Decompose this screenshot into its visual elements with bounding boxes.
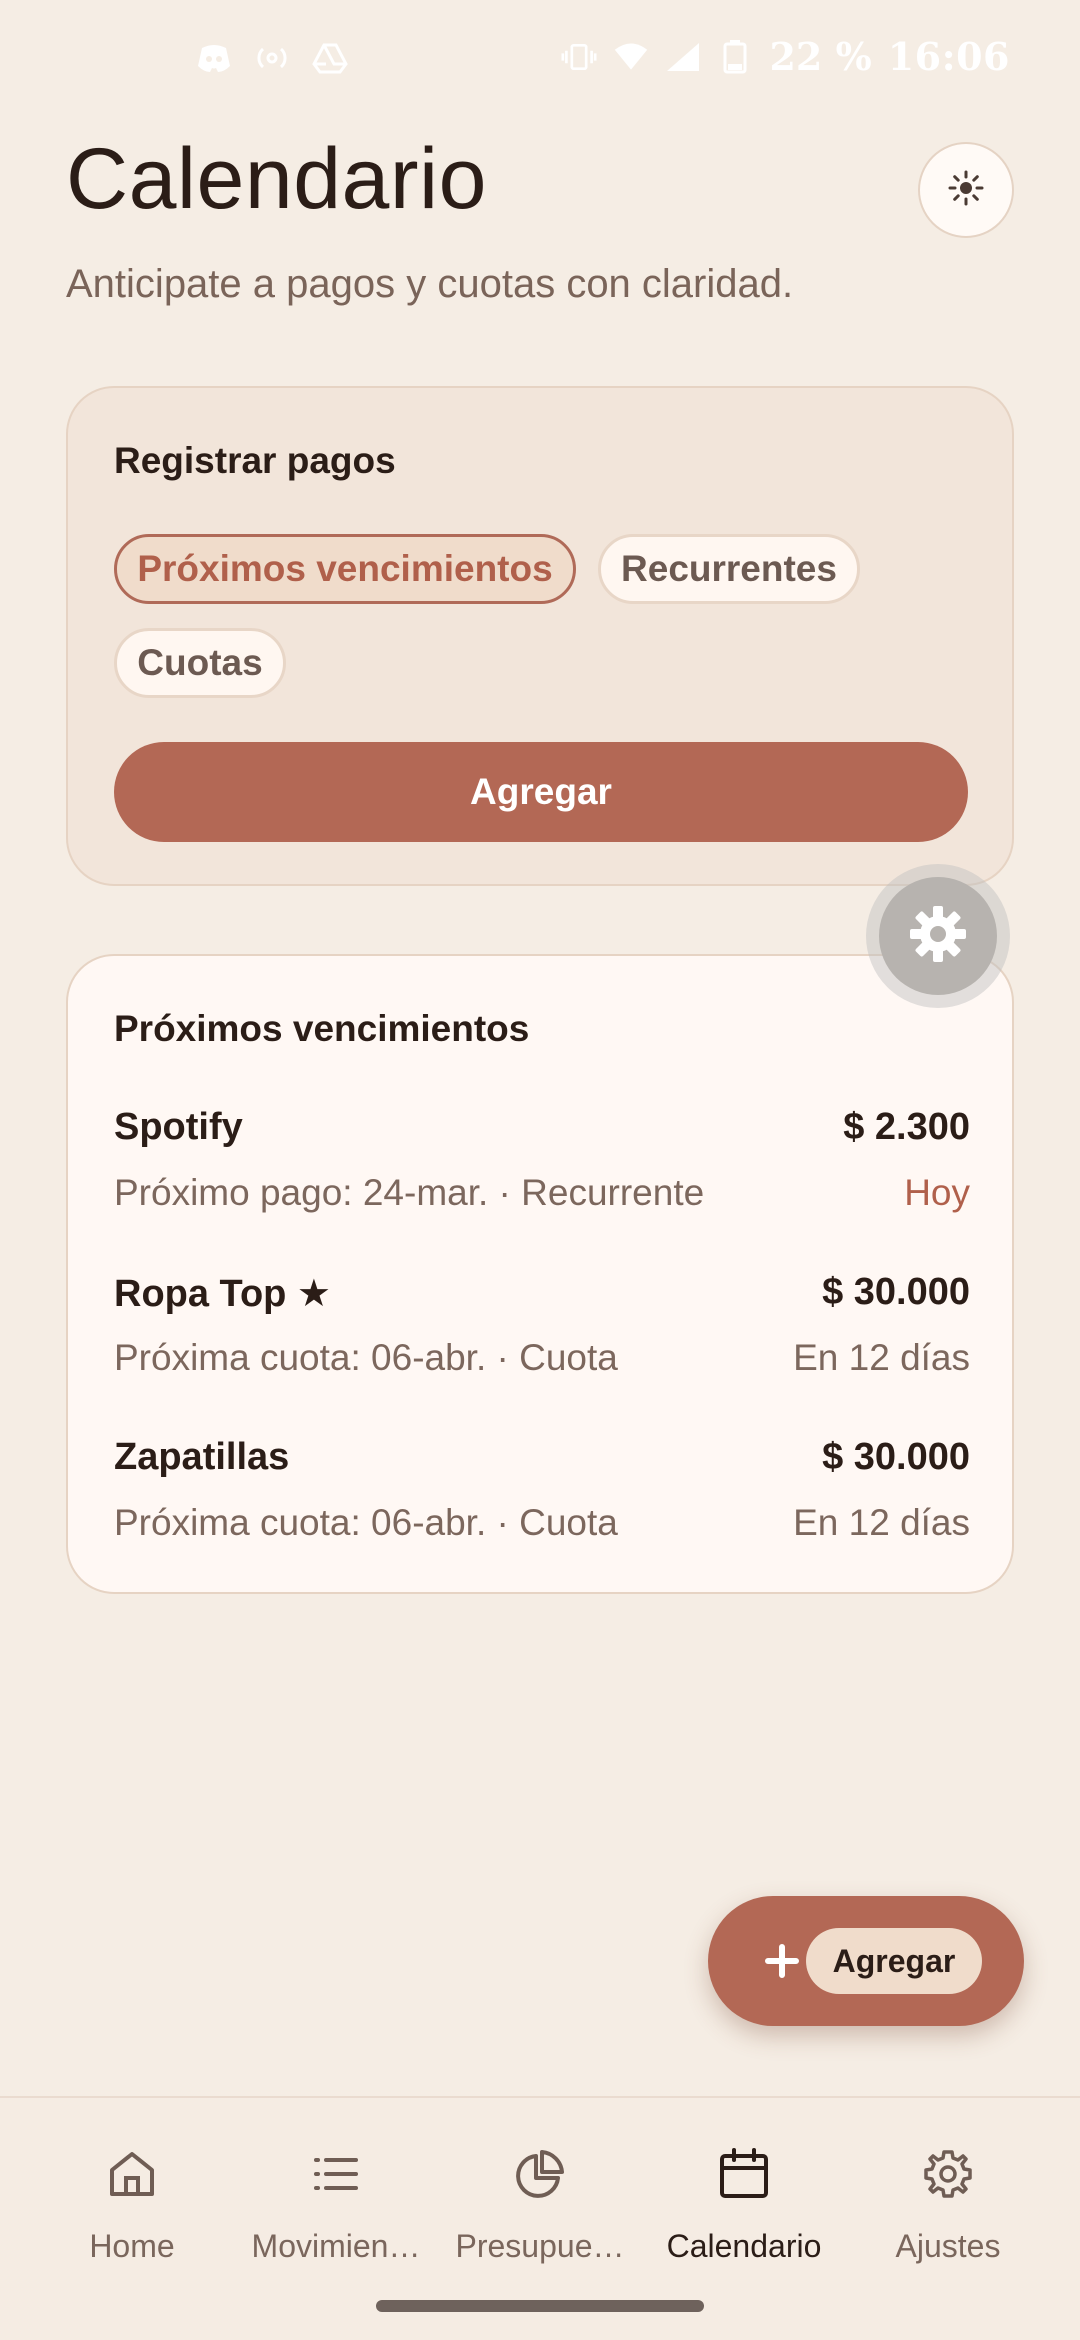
nav-item-settings[interactable]: Ajustes [846,2146,1050,2286]
upcoming-due-card: Próximos vencimientos Spotify $ 2.300 Pr… [66,954,1014,1594]
item-name: Ropa Top ★ [114,1273,331,1315]
register-heading: Registrar pagos [114,440,396,481]
discord-icon [196,40,232,76]
item-detail: Próxima cuota: 06-abr. · Cuota [114,1337,618,1378]
theme-toggle-button[interactable] [918,142,1014,238]
calendar-icon [716,2146,772,2202]
drive-icon [312,40,348,76]
floating-settings-inner [879,877,997,995]
item-due: En 12 días [793,1337,970,1378]
status-right-icons: 22 % 16:06 [561,34,1010,79]
register-payments-card: Registrar pagos Próximos vencimientos Re… [66,386,1014,886]
home-indicator[interactable] [376,2300,704,2312]
floating-settings-button[interactable] [866,864,1010,1008]
nav-item-home[interactable]: Home [30,2146,234,2286]
nav-label: Ajustes [895,2228,1001,2264]
battery-percentage: 22 % [769,34,872,79]
home-icon [104,2146,160,2202]
nav-item-budget[interactable]: Presupue… [438,2146,642,2286]
signal-icon [665,39,701,75]
add-payment-button[interactable]: Agregar [114,742,968,842]
page-title: Calendario [66,131,487,227]
pie-chart-icon [512,2146,568,2202]
nav-label: Calendario [666,2228,822,2264]
chip-recurring[interactable]: Recurrentes [598,534,860,604]
gear-icon [906,902,970,971]
chip-installments[interactable]: Cuotas [114,628,286,698]
sun-icon [946,168,986,213]
nav-label: Presupue… [455,2228,625,2264]
plus-icon [750,1929,814,1993]
fab-label: Agregar [806,1928,982,1994]
item-due: En 12 días [793,1502,970,1543]
item-detail: Próxima cuota: 06-abr. · Cuota [114,1502,618,1543]
status-bar: 22 % 16:06 [0,0,1080,118]
clock: 16:06 [887,34,1010,79]
add-fab[interactable]: Agregar [708,1896,1024,2026]
item-name: Spotify [114,1106,243,1148]
item-due: Hoy [904,1172,970,1213]
radio-broadcast-icon [254,40,290,76]
list-item[interactable]: Ropa Top ★ $ 30.000 Próxima cuota: 06-ab… [114,1271,970,1391]
item-amount: $ 30.000 [822,1436,970,1478]
upcoming-heading: Próximos vencimientos [114,1008,530,1049]
nav-label: Home [89,2228,175,2264]
list-item[interactable]: Zapatillas $ 30.000 Próxima cuota: 06-ab… [114,1436,970,1556]
item-amount: $ 2.300 [843,1106,970,1148]
nav-item-movements[interactable]: Movimien… [234,2146,438,2286]
chip-upcoming[interactable]: Próximos vencimientos [114,534,576,604]
list-icon [308,2146,364,2202]
item-name: Zapatillas [114,1436,290,1478]
vibrate-icon [561,39,598,75]
settings-icon [920,2146,976,2202]
list-item[interactable]: Spotify $ 2.300 Próximo pago: 24-mar. · … [114,1106,970,1226]
nav-item-calendar[interactable]: Calendario [642,2146,846,2286]
item-detail: Próximo pago: 24-mar. · Recurrente [114,1172,705,1213]
battery-icon [717,39,753,75]
nav-label: Movimien… [251,2228,421,2264]
item-amount: $ 30.000 [822,1271,970,1313]
page-subtitle: Anticipate a pagos y cuotas con claridad… [66,262,794,306]
wifi-icon [613,39,649,75]
status-left-icons [196,40,348,76]
